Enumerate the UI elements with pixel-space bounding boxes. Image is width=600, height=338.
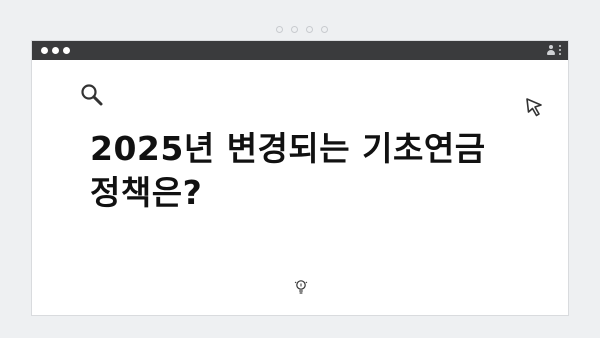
window-control-dot[interactable] <box>52 47 59 54</box>
pager-dot[interactable] <box>291 26 298 33</box>
window-controls <box>41 47 70 54</box>
titlebar-actions <box>546 44 562 56</box>
window-titlebar <box>32 41 568 60</box>
page-title: 2025년 변경되는 기초연금 정책은? <box>72 127 530 215</box>
pager-dot[interactable] <box>276 26 283 33</box>
page-title-line-2: 정책은? <box>90 173 203 212</box>
window-control-dot[interactable] <box>41 47 48 54</box>
window-control-dot[interactable] <box>63 47 70 54</box>
cursor-pointer-icon <box>526 98 542 117</box>
lightbulb-icon <box>294 280 308 294</box>
pager-dot[interactable] <box>306 26 313 33</box>
page-stage: 2025년 변경되는 기초연금 정책은? <box>0 0 600 338</box>
search-icon <box>81 84 103 106</box>
pager-dot[interactable] <box>321 26 328 33</box>
kebab-menu-icon[interactable] <box>559 44 562 56</box>
browser-window: 2025년 변경되는 기초연금 정책은? <box>31 40 569 316</box>
pager-dots <box>276 26 328 33</box>
user-icon[interactable] <box>546 44 556 56</box>
page-title-line-1: 2025년 변경되는 기초연금 <box>90 129 486 168</box>
